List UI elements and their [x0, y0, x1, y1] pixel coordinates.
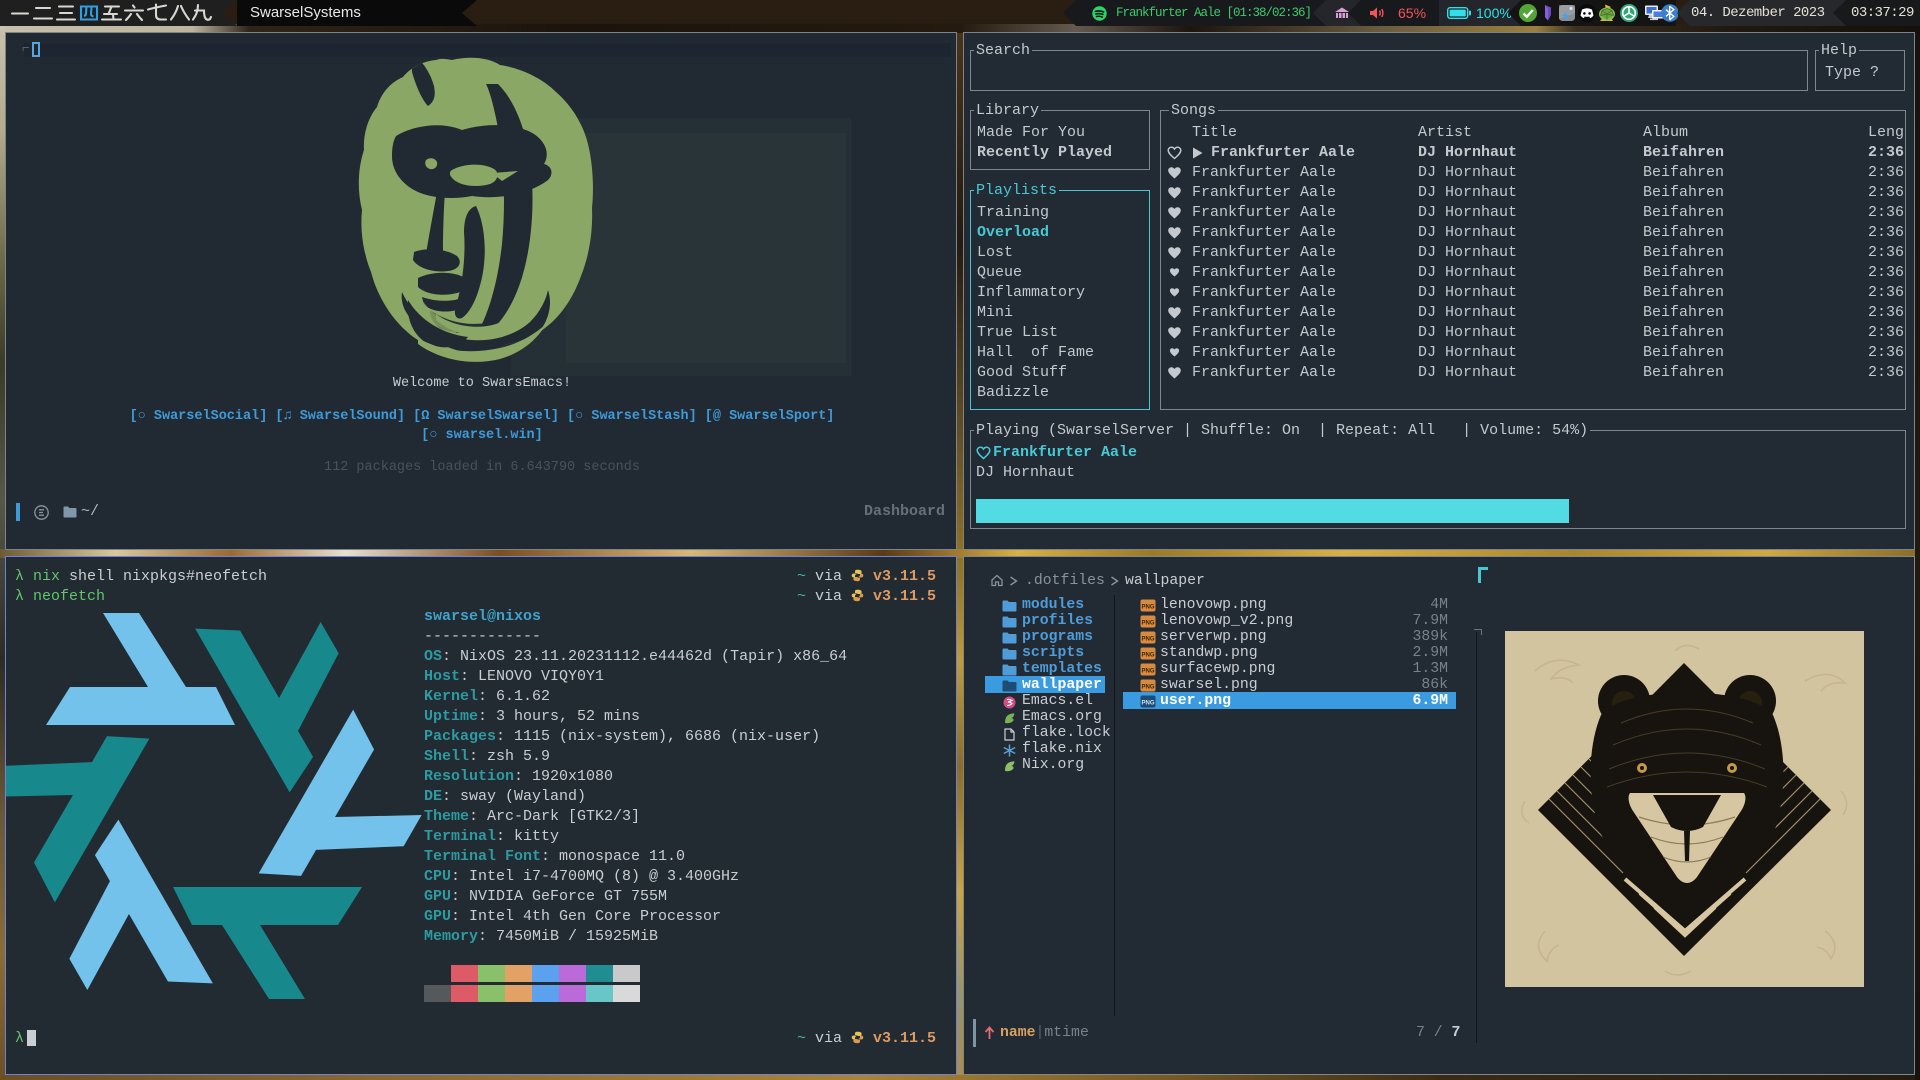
svg-text:PNG: PNG — [1141, 653, 1154, 659]
svg-text:PNG: PNG — [1141, 701, 1154, 707]
svg-text:PNG: PNG — [1141, 605, 1154, 611]
svg-text:PNG: PNG — [1141, 621, 1154, 627]
svg-text:PNG: PNG — [1141, 685, 1154, 691]
svg-text:PNG: PNG — [1141, 637, 1154, 643]
svg-text:PNG: PNG — [1141, 669, 1154, 675]
